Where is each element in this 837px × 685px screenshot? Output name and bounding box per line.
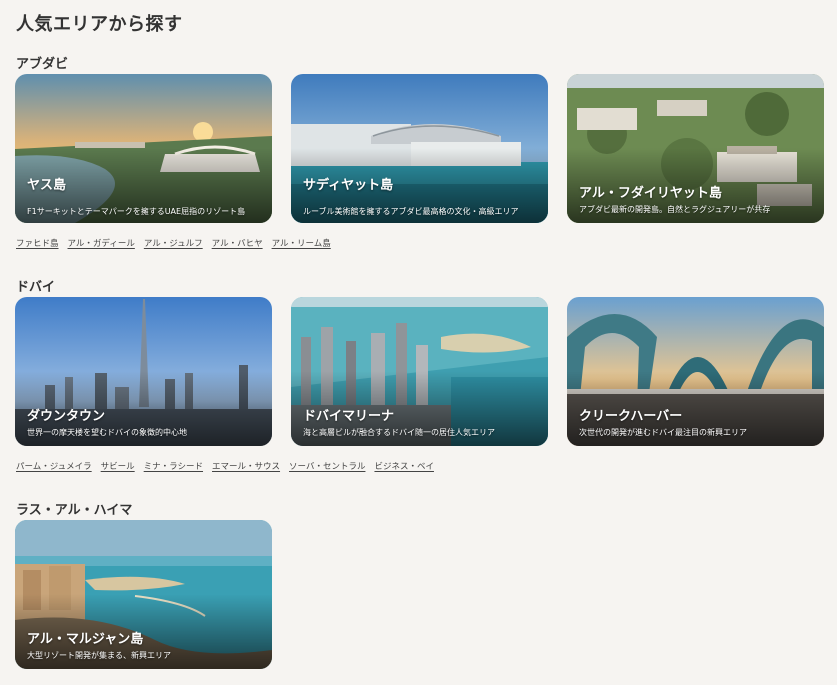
area-card-name: ドバイマリーナ	[303, 409, 395, 424]
area-card-description: F1サーキットとテーマパークを擁するUAE屈指のリゾート島	[27, 207, 246, 216]
area-card-al-marjan-island[interactable]: アル・マルジャン島 大型リゾート開発が集まる、新興エリア	[15, 520, 272, 669]
region-title-dubai: ドバイ	[16, 280, 56, 295]
subarea-link[interactable]: アル・リーム島	[272, 237, 331, 249]
area-card-creek-harbour[interactable]: クリークハーバー 次世代の開発が進むドバイ最注目の新興エリア	[567, 297, 824, 446]
subarea-links-dubai: パーム・ジュメイラ サビール ミナ・ラシード エマール・サウス ソーバ・セントラ…	[16, 460, 434, 472]
area-card-name: サディヤット島	[303, 178, 394, 193]
area-card-description: 大型リゾート開発が集まる、新興エリア	[27, 651, 171, 660]
area-card-name: ダウンタウン	[27, 409, 106, 424]
subarea-link[interactable]: エマール・サウス	[212, 460, 280, 472]
area-card-dubai-marina[interactable]: ドバイマリーナ 海と高層ビルが融合するドバイ随一の居住人気エリア	[291, 297, 548, 446]
area-card-name: ヤス島	[27, 178, 67, 193]
page-title: 人気エリアから探す	[16, 14, 183, 35]
area-card-saadiyat-island[interactable]: サディヤット島 ルーブル美術館を擁するアブダビ最高格の文化・高級エリア	[291, 74, 548, 223]
subarea-link[interactable]: ミナ・ラシード	[144, 460, 203, 472]
area-card-description: 世界一の摩天楼を望むドバイの象徴的中心地	[27, 428, 187, 437]
subarea-links-abudhabi: ファヒド島 アル・ガディール アル・ジュルフ アル・バヒヤ アル・リーム島	[16, 237, 331, 249]
subarea-link[interactable]: アル・バヒヤ	[212, 237, 263, 249]
subarea-link[interactable]: アル・ジュルフ	[144, 237, 203, 249]
subarea-link[interactable]: アル・ガディール	[68, 237, 135, 249]
area-card-description: アブダビ最新の開発島。自然とラグジュアリーが共存	[579, 205, 771, 214]
subarea-link[interactable]: サビール	[101, 460, 135, 472]
area-card-description: 海と高層ビルが融合するドバイ随一の居住人気エリア	[303, 428, 495, 437]
subarea-link[interactable]: ソーバ・セントラル	[289, 460, 365, 472]
region-title-abudhabi: アブダビ	[16, 57, 69, 72]
area-card-name: アル・フダイリヤット島	[579, 186, 722, 201]
area-card-downtown[interactable]: ダウンタウン 世界一の摩天楼を望むドバイの象徴的中心地	[15, 297, 272, 446]
area-card-name: アル・マルジャン島	[27, 632, 144, 647]
area-card-yas-island[interactable]: ヤス島 F1サーキットとテーマパークを擁するUAE屈指のリゾート島	[15, 74, 272, 223]
subarea-link[interactable]: ビジネス・ベイ	[374, 460, 434, 472]
area-card-al-hudayriyat-island[interactable]: アル・フダイリヤット島 アブダビ最新の開発島。自然とラグジュアリーが共存	[567, 74, 824, 223]
subarea-link[interactable]: ファヒド島	[16, 237, 59, 249]
region-title-ras-al-khaimah: ラス・アル・ハイマ	[16, 503, 133, 518]
subarea-link[interactable]: パーム・ジュメイラ	[16, 460, 92, 472]
area-card-description: ルーブル美術館を擁するアブダビ最高格の文化・高級エリア	[303, 207, 519, 216]
area-card-description: 次世代の開発が進むドバイ最注目の新興エリア	[579, 428, 747, 437]
area-card-name: クリークハーバー	[579, 409, 683, 424]
